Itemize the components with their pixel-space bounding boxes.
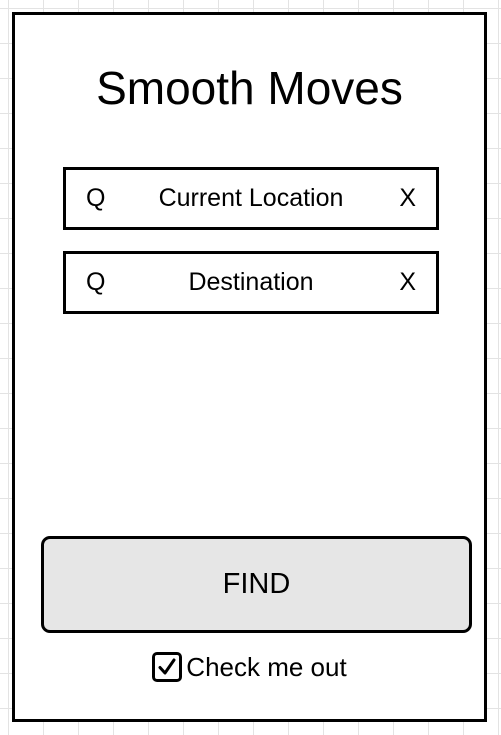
checkmark-icon	[158, 658, 176, 675]
app-title: Smooth Moves	[96, 62, 403, 114]
current-location-field[interactable]: Q Current Location X	[63, 167, 439, 230]
check-me-out-row: Check me out	[15, 651, 484, 683]
clear-icon[interactable]: X	[399, 254, 416, 311]
check-me-out-checkbox[interactable]	[152, 652, 183, 682]
check-me-out-label: Check me out	[186, 652, 347, 682]
destination-field[interactable]: Q Destination X	[63, 251, 439, 314]
app-frame: Smooth Moves Q Current Location X Q Dest…	[12, 12, 487, 722]
destination-input[interactable]: Destination	[126, 254, 376, 311]
search-icon[interactable]: Q	[86, 254, 105, 311]
search-icon[interactable]: Q	[86, 170, 105, 227]
find-button[interactable]: FIND	[41, 536, 472, 633]
current-location-input[interactable]: Current Location	[126, 170, 376, 227]
clear-icon[interactable]: X	[399, 170, 416, 227]
